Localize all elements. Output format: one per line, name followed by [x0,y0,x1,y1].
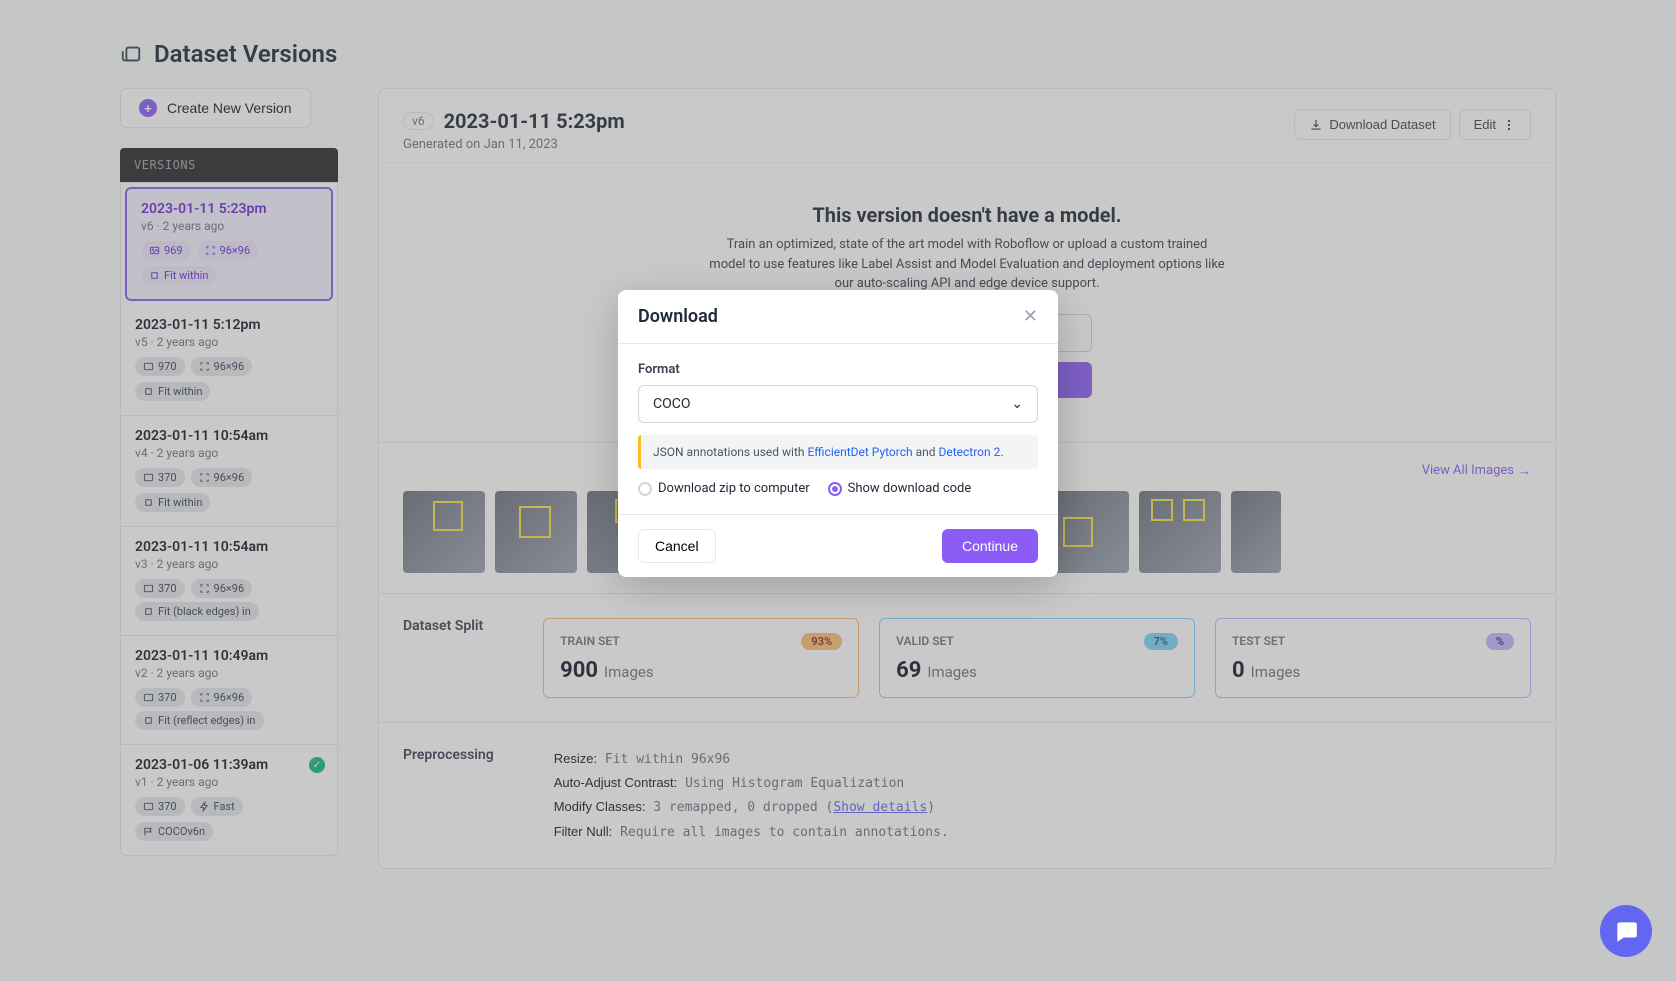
format-value: COCO [653,396,691,412]
radio-download-zip[interactable]: Download zip to computer [638,481,810,496]
format-select[interactable]: COCO ⌄ [638,385,1038,423]
format-label: Format [638,362,1038,377]
chat-bubble-button[interactable] [1600,905,1652,957]
hint-link-1[interactable]: EfficientDet Pytorch [807,445,912,459]
chat-icon [1613,918,1639,944]
format-hint: JSON annotations used with EfficientDet … [638,435,1038,469]
close-icon[interactable]: ✕ [1023,306,1038,327]
radio-icon [638,482,652,496]
download-modal: Download ✕ Format COCO ⌄ JSON annotation… [618,290,1058,577]
radio-icon [828,482,842,496]
continue-button[interactable]: Continue [942,529,1038,563]
cancel-button[interactable]: Cancel [638,529,716,563]
radio-show-code[interactable]: Show download code [828,481,972,496]
hint-link-2[interactable]: Detectron 2 [939,445,1001,459]
modal-title: Download [638,306,718,327]
chevron-down-icon: ⌄ [1011,396,1023,412]
